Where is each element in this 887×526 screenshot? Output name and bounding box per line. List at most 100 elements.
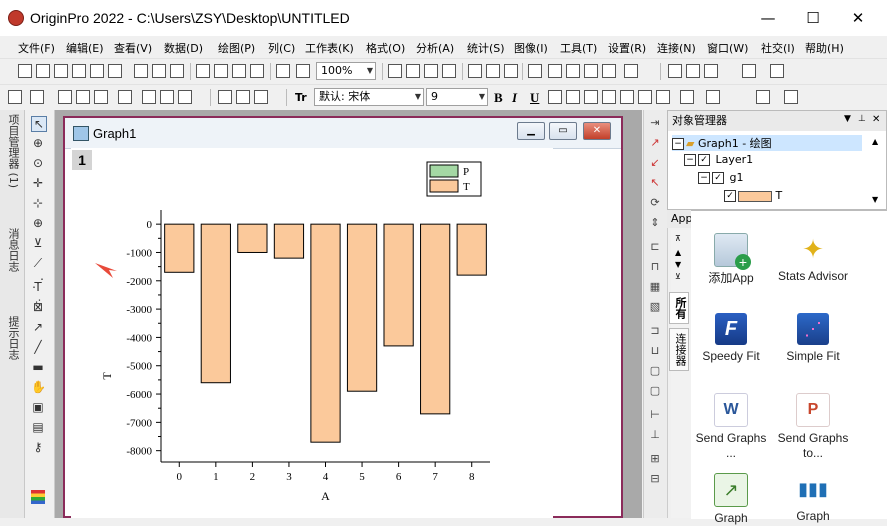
copy-icon[interactable]	[236, 90, 250, 104]
column-stats-icon[interactable]	[742, 64, 756, 78]
new-layout-icon[interactable]	[108, 64, 122, 78]
collapse-icon[interactable]: −	[684, 154, 696, 166]
scroll-top-icon[interactable]: ⊼	[675, 234, 681, 243]
menu-window[interactable]: 窗口(W)	[707, 40, 748, 56]
app-add-app[interactable]: + 添加App	[691, 233, 771, 286]
align-top-icon[interactable]: ⊓	[648, 260, 662, 274]
add-inset-icon[interactable]	[118, 90, 132, 104]
command-window-icon[interactable]	[486, 64, 500, 78]
tree-item-graph[interactable]: − ▰ Graph1 - 绘图	[672, 135, 862, 151]
add-column-icon[interactable]	[624, 64, 638, 78]
supsub-icon[interactable]	[584, 90, 598, 104]
screen-reader-icon[interactable]: ⊹	[31, 196, 45, 210]
menu-social[interactable]: 社交(I)	[761, 40, 795, 56]
table-icon[interactable]	[584, 64, 598, 78]
rescale-icon[interactable]	[142, 90, 156, 104]
graph-close-button[interactable]: ✕	[583, 122, 611, 140]
insert-table-icon[interactable]: ▤	[31, 420, 45, 434]
fill-color-icon[interactable]	[756, 90, 770, 104]
app-send-graphs-ppt[interactable]: P Send Graphs to...	[773, 393, 853, 461]
rescale-y-icon[interactable]: ↗	[648, 136, 662, 150]
checkbox-checked-icon[interactable]: ✓	[712, 172, 724, 184]
calculator-icon[interactable]	[602, 64, 616, 78]
tab-project-explorer[interactable]: 项目管理器 (1)	[3, 114, 21, 188]
tree-item-layer[interactable]: − ✓ Layer1	[684, 153, 753, 166]
graph-explorer-icon[interactable]	[566, 64, 580, 78]
fit-page-icon[interactable]	[160, 90, 174, 104]
lock-icon[interactable]: ⚷	[31, 440, 45, 454]
import-icon[interactable]	[170, 64, 184, 78]
sort-icon[interactable]	[668, 64, 682, 78]
auto-rescale-icon[interactable]: ↖	[648, 176, 662, 190]
menu-settings[interactable]: 设置(R)	[608, 40, 646, 56]
menu-edit[interactable]: 编辑(E)	[66, 40, 104, 56]
zoom-to-fit-icon[interactable]	[178, 90, 192, 104]
pin-icon[interactable]: ⊥	[858, 114, 866, 124]
new-project-icon[interactable]	[18, 64, 32, 78]
app-graph-tools[interactable]: ▮▮▮ Graph	[773, 473, 853, 524]
bar-chart[interactable]: 0 -1000 -2000 -3000 -4000 -5000 -6000 -7000 -800…	[65, 148, 621, 518]
app-send-graphs-word[interactable]: W Send Graphs ...	[691, 393, 771, 461]
menu-image[interactable]: 图像(I)	[514, 40, 548, 56]
print-icon[interactable]	[388, 64, 402, 78]
menu-plot[interactable]: 绘图(P)	[218, 40, 255, 56]
back-icon[interactable]: ▢	[648, 384, 662, 398]
duplicate-icon[interactable]	[296, 64, 310, 78]
data-navigator-icon[interactable]	[548, 64, 562, 78]
menu-file[interactable]: 文件(F)	[18, 40, 55, 56]
bring-front-icon[interactable]: ⊐	[648, 324, 662, 338]
greek-icon[interactable]	[602, 90, 616, 104]
data-reader-icon[interactable]: ✛	[31, 176, 45, 190]
tree-item-group[interactable]: − ✓ g1	[698, 171, 743, 184]
new-matrix-icon[interactable]	[54, 64, 68, 78]
zoom-select[interactable]: 100% ▼	[316, 62, 376, 80]
insert-object-icon[interactable]: ⊠	[31, 300, 45, 314]
code-builder-icon[interactable]	[504, 64, 518, 78]
open-template-icon[interactable]	[214, 64, 228, 78]
same-width-icon[interactable]: ⊢	[648, 408, 662, 422]
open-icon[interactable]	[196, 64, 210, 78]
group-icon[interactable]: ▦	[648, 280, 662, 294]
menu-connect[interactable]: 连接(N)	[657, 40, 696, 56]
project-explorer-icon[interactable]	[442, 64, 456, 78]
menu-format[interactable]: 格式(O)	[366, 40, 405, 56]
copy-page-icon[interactable]	[406, 64, 420, 78]
new-notes-icon[interactable]	[134, 64, 148, 78]
menu-analysis[interactable]: 分析(A)	[416, 40, 454, 56]
graph-restore-button[interactable]: ▭	[549, 122, 577, 140]
italic-button[interactable]: I	[512, 90, 517, 106]
close-button[interactable]: ✕	[835, 4, 881, 32]
menu-statistics[interactable]: 统计(S)	[467, 40, 505, 56]
layer-icon[interactable]	[8, 90, 22, 104]
hand-icon[interactable]: ✋	[31, 380, 46, 394]
menu-worksheet[interactable]: 工作表(K)	[305, 40, 354, 56]
font-size-select[interactable]: 9 ▼	[426, 88, 488, 106]
font-color-icon[interactable]	[706, 90, 720, 104]
graph-title-bar[interactable]: Graph1 ▁ ▭ ✕	[65, 118, 621, 149]
tree-item-plot[interactable]: ✓ T	[724, 189, 782, 202]
line-tool-icon[interactable]: ╱	[31, 340, 45, 354]
increase-font-icon[interactable]	[620, 90, 634, 104]
new-graph-icon[interactable]	[72, 64, 86, 78]
sort-columns-icon[interactable]	[704, 64, 718, 78]
stats-icon[interactable]	[686, 64, 700, 78]
layer-swap-icon[interactable]: ⊟	[648, 472, 662, 486]
font-name-select[interactable]: 默认: 宋体 ▼	[314, 88, 424, 106]
graph-window[interactable]: Graph1 ▁ ▭ ✕ 1 0 -1000 -2000 -3000 -4000 -500…	[63, 116, 623, 518]
decrease-font-icon[interactable]	[638, 90, 652, 104]
scroll-down-icon[interactable]: ▼	[872, 195, 878, 204]
send-back-icon[interactable]: ⊔	[648, 344, 662, 358]
save-icon[interactable]	[232, 64, 246, 78]
app-graph-publish[interactable]: ↗ Graph	[691, 473, 771, 526]
paste-icon[interactable]	[254, 90, 268, 104]
rescale-x-icon[interactable]: ⇥	[648, 116, 662, 130]
checkbox-checked-icon[interactable]: ✓	[698, 154, 710, 166]
scroll-bottom-icon[interactable]: ⊻	[675, 272, 681, 281]
mask-icon[interactable]: ⟋	[31, 256, 45, 270]
merge-graph-icon[interactable]	[58, 90, 72, 104]
results-log-icon[interactable]	[468, 64, 482, 78]
menu-tools[interactable]: 工具(T)	[560, 40, 597, 56]
insert-graph-icon[interactable]: ▣	[31, 400, 45, 414]
new-workbook-icon[interactable]	[36, 64, 50, 78]
align-icon[interactable]	[656, 90, 670, 104]
